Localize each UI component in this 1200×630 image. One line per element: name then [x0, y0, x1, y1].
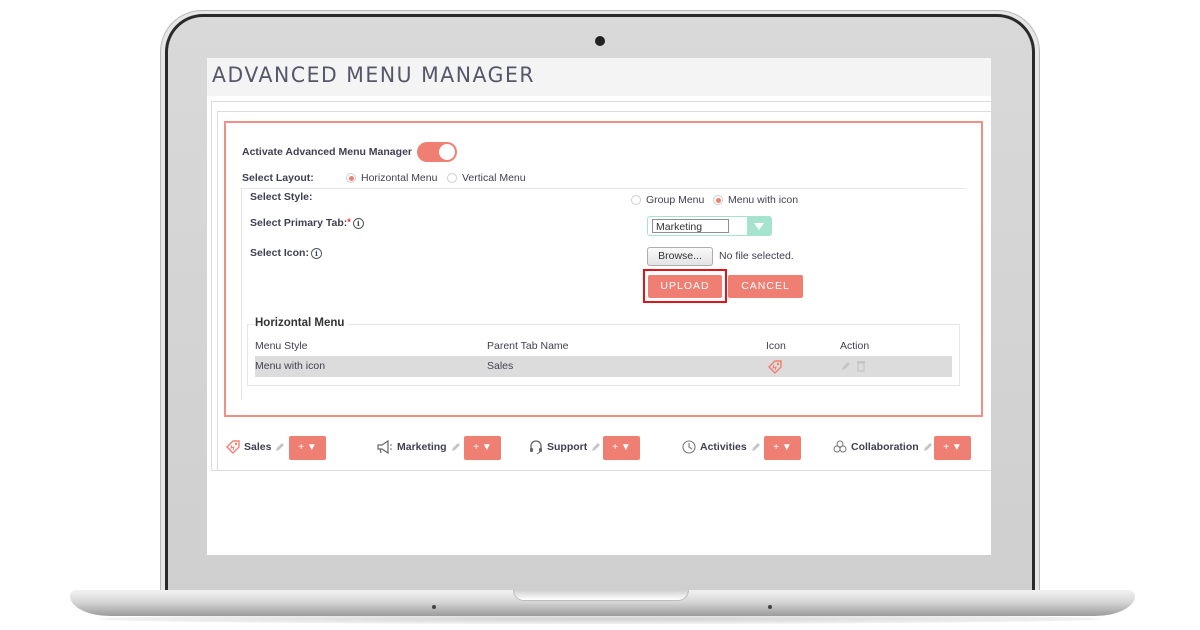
toggle-knob: [439, 144, 455, 160]
icon-label-text: Select Icon:: [250, 247, 309, 259]
edit-icon[interactable]: [590, 441, 602, 453]
radio-horizontal-menu-label: Horizontal Menu: [361, 172, 438, 184]
chevron-down-icon[interactable]: [747, 217, 771, 235]
title-bar: ADVANCED MENU MANAGER: [207, 58, 991, 96]
nav-item-label: Activities: [700, 441, 747, 453]
nav-item-marketing[interactable]: Marketing: [376, 439, 462, 455]
upload-highlight: [643, 269, 727, 303]
primary-tab-select[interactable]: Marketing: [647, 216, 772, 236]
column-header-menu-style: Menu Style: [255, 340, 308, 352]
layout-label: Select Layout:: [242, 172, 314, 184]
info-icon[interactable]: i: [310, 247, 322, 259]
megaphone-icon: [377, 439, 392, 455]
headset-icon: [530, 440, 542, 455]
nav-item-sales[interactable]: Sales: [225, 439, 286, 455]
radio-vertical-menu[interactable]: [447, 173, 457, 183]
primary-tab-label: Select Primary Tab:* i: [250, 217, 364, 229]
edit-icon[interactable]: [922, 441, 934, 453]
screen: ADVANCED MENU MANAGER Activate Advanced …: [207, 58, 991, 555]
tag-icon: [226, 440, 240, 454]
activate-toggle[interactable]: [417, 142, 457, 162]
cell-parent-tab: Sales: [487, 360, 514, 372]
camera-icon: [595, 36, 605, 46]
edit-icon[interactable]: [750, 441, 762, 453]
icon-label: Select Icon: i: [250, 247, 322, 259]
info-icon[interactable]: i: [352, 217, 364, 229]
tag-icon: [768, 360, 782, 374]
primary-tab-label-text: Select Primary Tab:: [250, 217, 348, 229]
radio-group-menu-label: Group Menu: [646, 194, 705, 206]
laptop-foot-dot: [432, 605, 436, 609]
add-submenu-button[interactable]: + ▼: [764, 436, 801, 460]
file-status: No file selected.: [719, 250, 794, 262]
collaboration-icon: [833, 440, 847, 453]
laptop-notch: [513, 590, 689, 601]
add-submenu-button[interactable]: + ▼: [289, 436, 326, 460]
page-title: ADVANCED MENU MANAGER: [212, 63, 536, 87]
cancel-button[interactable]: CANCEL: [728, 275, 803, 298]
edit-icon[interactable]: [450, 441, 462, 453]
primary-tab-select-value: Marketing: [652, 219, 729, 233]
browse-button[interactable]: Browse...: [647, 247, 713, 266]
style-label: Select Style:: [250, 191, 313, 203]
nav-item-label: Collaboration: [851, 441, 919, 453]
edit-icon[interactable]: [840, 360, 852, 372]
add-submenu-button[interactable]: + ▼: [934, 436, 971, 460]
required-mark: *: [347, 217, 351, 227]
cell-menu-style: Menu with icon: [255, 360, 326, 372]
nav-item-label: Sales: [244, 441, 272, 453]
edit-icon[interactable]: [274, 441, 286, 453]
column-header-parent-tab: Parent Tab Name: [487, 340, 569, 352]
radio-horizontal-menu[interactable]: [346, 173, 356, 183]
nav-item-collaboration[interactable]: Collaboration: [832, 439, 934, 455]
clock-icon: [682, 440, 696, 454]
column-header-action: Action: [840, 340, 870, 352]
radio-group-menu[interactable]: [631, 195, 641, 205]
radio-vertical-menu-label: Vertical Menu: [462, 172, 526, 184]
nav-item-support[interactable]: Support: [528, 439, 602, 455]
trash-icon[interactable]: [856, 360, 866, 372]
radio-menu-with-icon[interactable]: [713, 195, 723, 205]
nav-item-activities[interactable]: Activities: [681, 439, 762, 455]
horizontal-menu-title: Horizontal Menu: [255, 317, 349, 329]
add-submenu-button[interactable]: + ▼: [603, 436, 640, 460]
activate-label: Activate Advanced Menu Manager: [242, 146, 412, 158]
nav-item-label: Marketing: [397, 441, 447, 453]
nav-item-label: Support: [547, 441, 588, 453]
radio-menu-with-icon-label: Menu with icon: [728, 194, 799, 206]
column-header-icon: Icon: [766, 340, 786, 352]
add-submenu-button[interactable]: + ▼: [464, 436, 501, 460]
laptop-foot-dot: [768, 605, 772, 609]
